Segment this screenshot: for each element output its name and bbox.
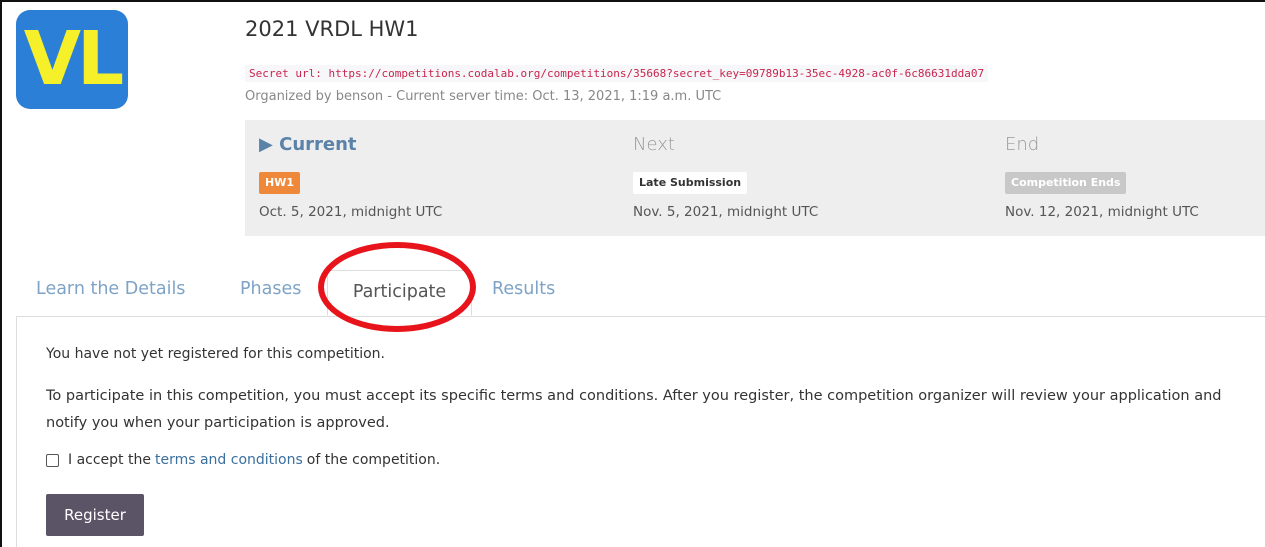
terms-explanation-text: To participate in this competition, you … — [46, 388, 1222, 431]
phase-end-heading: End — [1005, 134, 1040, 155]
accept-terms-prefix: I accept the — [68, 452, 151, 468]
phase-next-badge: Late Submission — [633, 172, 748, 194]
registration-status-text: You have not yet registered for this com… — [46, 346, 385, 362]
highlight-annotation-circle — [318, 242, 476, 332]
tab-results[interactable]: Results — [492, 268, 555, 316]
phase-timeline: ▶ Current HW1 Oct. 5, 2021, midnight UTC… — [245, 120, 1265, 236]
phase-end-badge: Competition Ends — [1005, 172, 1127, 194]
tab-learn-the-details[interactable]: Learn the Details — [36, 268, 185, 316]
accept-terms-checkbox[interactable] — [46, 453, 59, 467]
register-button[interactable]: Register — [46, 494, 144, 536]
phase-current-badge: HW1 — [259, 172, 300, 194]
accept-terms-row: I accept the terms and conditions of the… — [46, 452, 440, 468]
accept-terms-suffix: of the competition. — [306, 452, 441, 468]
phase-current-heading: ▶ Current — [259, 134, 357, 155]
organizer-server-time: Organized by benson - Current server tim… — [245, 89, 722, 104]
competition-title: 2021 VRDL HW1 — [245, 17, 419, 41]
secret-url-line: Secret url: https://competitions.codalab… — [245, 65, 989, 82]
terms-and-conditions-link[interactable]: terms and conditions — [155, 452, 303, 468]
phase-end-date: Nov. 12, 2021, midnight UTC — [1005, 204, 1199, 220]
secret-url-value: https://competitions.codalab.org/competi… — [328, 67, 985, 80]
phase-next-date: Nov. 5, 2021, midnight UTC — [633, 204, 819, 220]
phase-current-date: Oct. 5, 2021, midnight UTC — [259, 204, 443, 220]
logo-text: VL — [23, 16, 124, 102]
secret-url-label: Secret url: — [249, 67, 322, 80]
competition-logo: VL — [16, 10, 128, 109]
phase-next-heading: Next — [633, 134, 675, 155]
tab-phases[interactable]: Phases — [240, 268, 301, 316]
